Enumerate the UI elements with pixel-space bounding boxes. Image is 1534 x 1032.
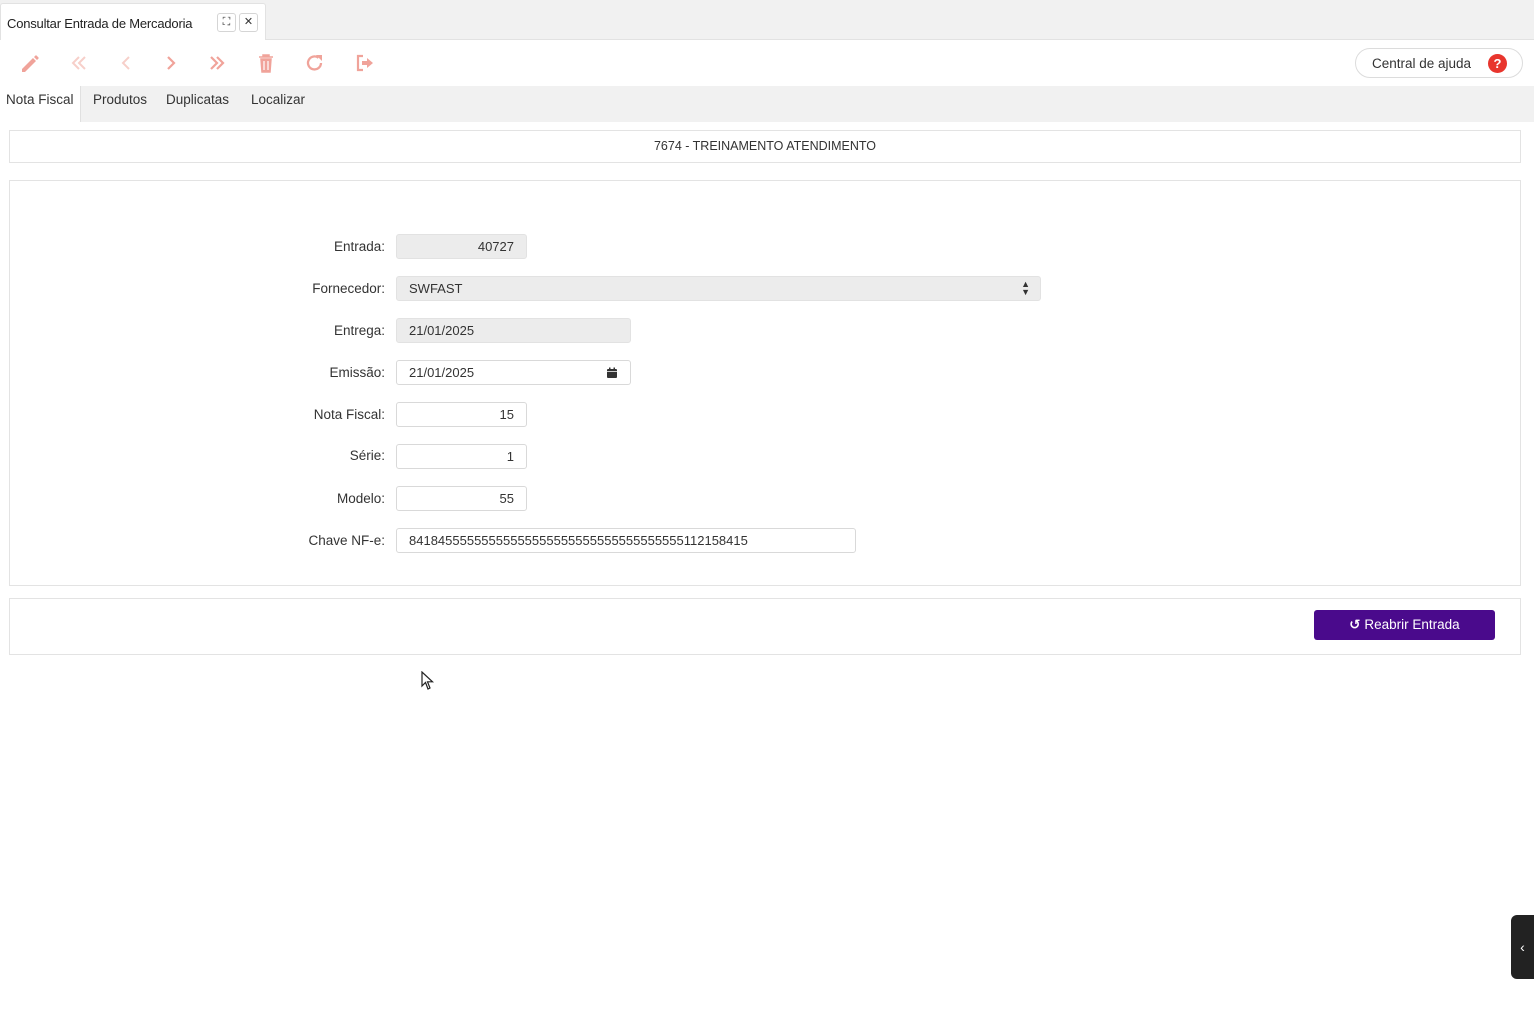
modelo-field[interactable]: 55 [396, 486, 527, 511]
chave-nfe-field[interactable]: 8418455555555555555555555555555555555511… [396, 528, 856, 553]
last-record-icon[interactable] [205, 51, 229, 75]
refresh-icon[interactable] [303, 51, 327, 75]
company-header: 7674 - TREINAMENTO ATENDIMENTO [9, 130, 1521, 163]
entrega-field: 21/01/2025 [396, 318, 631, 343]
side-panel-toggle[interactable]: ‹ [1511, 915, 1534, 979]
entrada-label: Entrada: [333, 239, 385, 254]
help-center-button[interactable]: Central de ajuda ? [1355, 48, 1523, 78]
reopen-entry-label: Reabrir Entrada [1364, 617, 1460, 632]
question-icon: ? [1488, 54, 1507, 73]
trash-icon[interactable] [254, 51, 278, 75]
exit-icon[interactable] [353, 51, 377, 75]
section-tabs: Nota Fiscal Produtos Duplicatas Localiza… [0, 86, 1534, 122]
previous-record-icon[interactable] [114, 51, 138, 75]
emissao-field[interactable]: 21/01/2025 [396, 360, 595, 385]
fornecedor-label: Fornecedor: [312, 281, 385, 296]
window-tab-consultar-entrada[interactable]: Consultar Entrada de Mercadoria ⛶ ✕ [0, 3, 266, 40]
tab-localizar[interactable]: Localizar [251, 86, 305, 122]
entrega-label: Entrega: [333, 323, 385, 338]
window-tabbar: Consultar Entrada de Mercadoria ⛶ ✕ [0, 0, 1534, 40]
calendar-icon [607, 367, 617, 378]
tab-produtos[interactable]: Produtos [93, 86, 147, 122]
first-record-icon[interactable] [67, 51, 91, 75]
nota-fiscal-label: Nota Fiscal: [313, 407, 385, 422]
nota-fiscal-field[interactable]: 15 [396, 402, 527, 427]
expand-icon[interactable]: ⛶ [217, 13, 236, 32]
chave-nfe-label: Chave NF-e: [308, 533, 385, 548]
emissao-label: Emissão: [329, 365, 385, 380]
calendar-button[interactable] [594, 360, 631, 385]
fornecedor-select[interactable]: SWFAST ▲ ▼ [396, 276, 1041, 301]
next-record-icon[interactable] [159, 51, 183, 75]
undo-icon: ↺ [1349, 617, 1361, 632]
serie-label: Série: [349, 448, 385, 463]
serie-field[interactable]: 1 [396, 444, 527, 469]
tab-nota-fiscal[interactable]: Nota Fiscal [0, 86, 81, 122]
mouse-cursor-icon [421, 671, 435, 690]
fornecedor-value: SWFAST [409, 281, 463, 296]
help-center-label: Central de ajuda [1372, 56, 1472, 71]
close-icon[interactable]: ✕ [239, 13, 258, 32]
reopen-entry-button[interactable]: ↺ Reabrir Entrada [1314, 610, 1495, 640]
tab-duplicatas[interactable]: Duplicatas [166, 86, 229, 122]
window-tab-title: Consultar Entrada de Mercadoria [7, 16, 193, 31]
modelo-label: Modelo: [336, 491, 385, 506]
entrada-field: 40727 [396, 234, 527, 259]
pencil-icon[interactable] [18, 51, 42, 75]
select-sort-icon: ▲ ▼ [1021, 279, 1030, 297]
record-toolbar [0, 40, 1534, 86]
actions-panel [9, 598, 1521, 655]
